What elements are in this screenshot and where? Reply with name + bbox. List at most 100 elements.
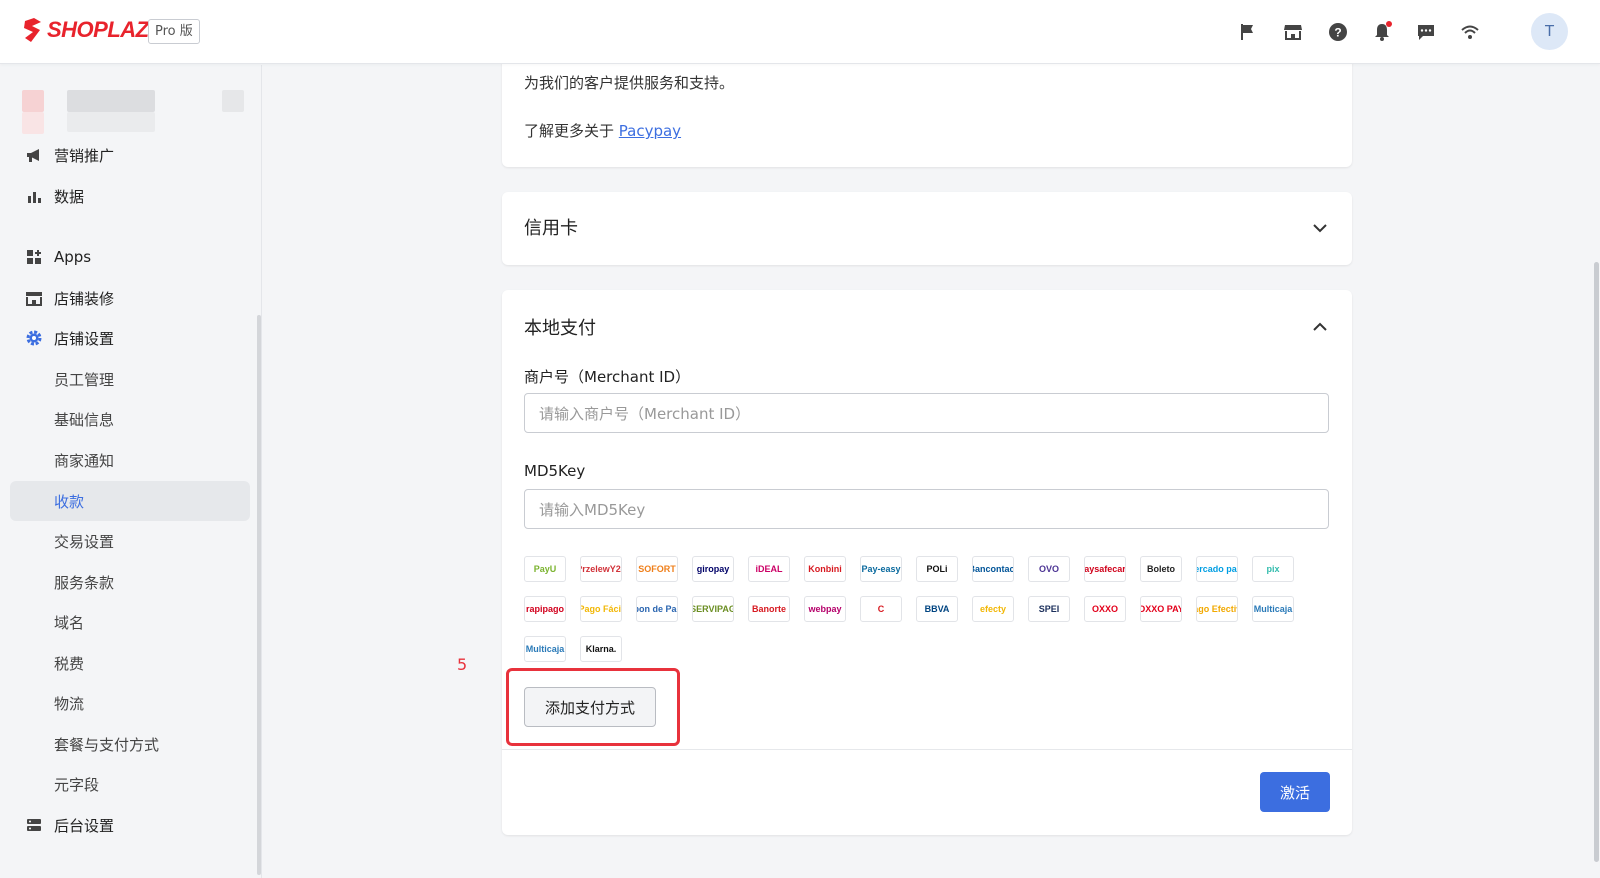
payment-method-logo: Pago Efectivo <box>1196 596 1238 622</box>
sidebar-item-label: 服务条款 <box>54 573 115 592</box>
store-icon <box>23 287 45 309</box>
sidebar-item-label: 基础信息 <box>54 410 115 429</box>
learn-more-line: 了解更多关于 Pacypay <box>524 120 681 141</box>
gear-icon <box>23 327 45 349</box>
sidebar-item-label: 税费 <box>54 654 85 673</box>
payment-method-logo: OXXO <box>1084 596 1126 622</box>
intro-description: 为我们的客户提供服务和支持。 <box>524 74 735 92</box>
payment-method-logo: PrzelewY24 <box>580 556 622 582</box>
credit-card-title: 信用卡 <box>524 218 578 239</box>
merchant-id-input[interactable]: 请输入商户号（Merchant ID） <box>524 393 1329 433</box>
wifi-icon[interactable] <box>1458 20 1482 44</box>
sidebar-item-shipping[interactable]: 物流 <box>10 683 250 723</box>
sidebar-item-checkout[interactable]: 交易设置 <box>10 521 250 561</box>
highlight-box <box>506 668 680 746</box>
chat-icon[interactable] <box>1414 20 1438 44</box>
payment-method-logo: paysafecard <box>1084 556 1126 582</box>
sidebar-item-data[interactable]: 数据 <box>10 176 250 216</box>
megaphone-icon <box>23 144 45 166</box>
payment-method-logo: Pago Fácil <box>580 596 622 622</box>
sidebar-item-plans[interactable]: 套餐与支付方式 <box>10 724 250 764</box>
payment-method-logo: webpay <box>804 596 846 622</box>
payment-method-logo: OXXO PAY <box>1140 596 1182 622</box>
payment-method-logo: Pay-easy <box>860 556 902 582</box>
payment-method-logo: giropay <box>692 556 734 582</box>
apps-icon <box>23 246 45 268</box>
sidebar-item-metafields[interactable]: 元字段 <box>10 764 250 804</box>
sidebar-item-payments[interactable]: 收款 <box>10 481 250 521</box>
payment-method-logo: C <box>860 596 902 622</box>
sidebar-item-label: 营销推广 <box>54 146 115 165</box>
merchant-id-label: 商户号（Merchant ID） <box>524 368 691 386</box>
section-divider <box>502 749 1352 750</box>
payment-method-logo: OVO <box>1028 556 1070 582</box>
sidebar-item-label: 后台设置 <box>54 816 115 835</box>
sidebar-item-terms[interactable]: 服务条款 <box>10 562 250 602</box>
sidebar-item-admin-settings[interactable]: 后台设置 <box>10 805 250 845</box>
sidebar: 营销推广 数据 Apps 店铺装修 店铺设置 员工管理 基础信息 商家通知 收款… <box>0 65 262 878</box>
sidebar-item-label: 数据 <box>54 187 85 206</box>
sidebar-item-label: 套餐与支付方式 <box>54 735 160 754</box>
sidebar-item-label: 元字段 <box>54 775 100 794</box>
credit-card-section[interactable]: 信用卡 <box>502 192 1352 265</box>
plan-badge: Pro 版 <box>148 19 200 44</box>
payment-method-logo: PayU <box>524 556 566 582</box>
sidebar-item-label: Apps <box>54 248 92 266</box>
svg-text:?: ? <box>1334 26 1341 40</box>
chevron-down-icon[interactable] <box>1310 218 1330 238</box>
shoplazza-logo-icon <box>24 18 41 42</box>
payment-method-logo: Multicaja <box>1252 596 1294 622</box>
payment-method-logo: mercado pago <box>1196 556 1238 582</box>
sidebar-item-notifications[interactable]: 商家通知 <box>10 440 250 480</box>
sidebar-scrollbar[interactable] <box>257 315 261 875</box>
main-scrollbar[interactable] <box>1594 262 1599 862</box>
help-icon[interactable]: ? <box>1326 20 1350 44</box>
payment-method-logo: Klarna. <box>580 636 622 662</box>
payment-method-logo: Konbini <box>804 556 846 582</box>
payment-method-logo: SERVIPAG <box>692 596 734 622</box>
local-payment-section: 本地支付 商户号（Merchant ID） 请输入商户号（Merchant ID… <box>502 290 1352 835</box>
payment-method-logos: PayU PrzelewY24 SOFORT giropay iDEAL Konbini P… <box>524 556 1329 686</box>
store-icon[interactable] <box>1281 20 1305 44</box>
sidebar-item-label: 员工管理 <box>54 370 115 389</box>
payment-method-logo: Cupon de Pagos <box>636 596 678 622</box>
user-avatar[interactable]: T <box>1531 13 1568 50</box>
sidebar-item-basic-info[interactable]: 基础信息 <box>10 399 250 439</box>
sidebar-item-label: 域名 <box>54 613 85 632</box>
activate-button[interactable]: 激活 <box>1260 772 1330 812</box>
sidebar-item-label: 店铺装修 <box>54 289 115 308</box>
payment-method-logo: Banorte <box>748 596 790 622</box>
flag-icon[interactable] <box>1236 20 1260 44</box>
sidebar-item-label: 交易设置 <box>54 532 115 551</box>
pacypay-link[interactable]: Pacypay <box>619 122 681 140</box>
payment-method-logo: Bancontact <box>972 556 1014 582</box>
bar-chart-icon <box>23 185 45 207</box>
payment-method-logo: SPEI <box>1028 596 1070 622</box>
sidebar-item-staff[interactable]: 员工管理 <box>10 359 250 399</box>
learn-more-prefix: 了解更多关于 <box>524 122 619 140</box>
payment-method-logo: iDEAL <box>748 556 790 582</box>
payment-method-logo: SOFORT <box>636 556 678 582</box>
sidebar-item-label: 收款 <box>54 492 85 511</box>
chevron-up-icon[interactable] <box>1310 317 1330 337</box>
md5key-label: MD5Key <box>524 462 586 480</box>
sidebar-item-domains[interactable]: 域名 <box>10 602 250 642</box>
local-payment-title: 本地支付 <box>524 318 596 339</box>
store-switcher[interactable] <box>22 90 252 136</box>
sidebar-item-label: 商家通知 <box>54 451 115 470</box>
md5key-input[interactable]: 请输入MD5Key <box>524 489 1329 529</box>
step-number: 5 <box>457 655 468 674</box>
server-icon <box>23 814 45 836</box>
sidebar-item-marketing[interactable]: 营销推广 <box>10 135 250 175</box>
payment-method-logo: Boleto <box>1140 556 1182 582</box>
sidebar-item-store-design[interactable]: 店铺装修 <box>10 278 250 318</box>
payment-method-logo: BBVA <box>916 596 958 622</box>
bell-icon[interactable] <box>1370 20 1394 44</box>
sidebar-item-label: 物流 <box>54 694 85 713</box>
sidebar-item-apps[interactable]: Apps <box>10 237 250 277</box>
provider-intro-card: 为我们的客户提供服务和支持。 了解更多关于 Pacypay <box>502 54 1352 167</box>
payment-method-logo: efecty <box>972 596 1014 622</box>
notification-dot <box>1386 21 1392 27</box>
sidebar-item-taxes[interactable]: 税费 <box>10 643 250 683</box>
sidebar-item-store-settings[interactable]: 店铺设置 <box>10 318 250 358</box>
